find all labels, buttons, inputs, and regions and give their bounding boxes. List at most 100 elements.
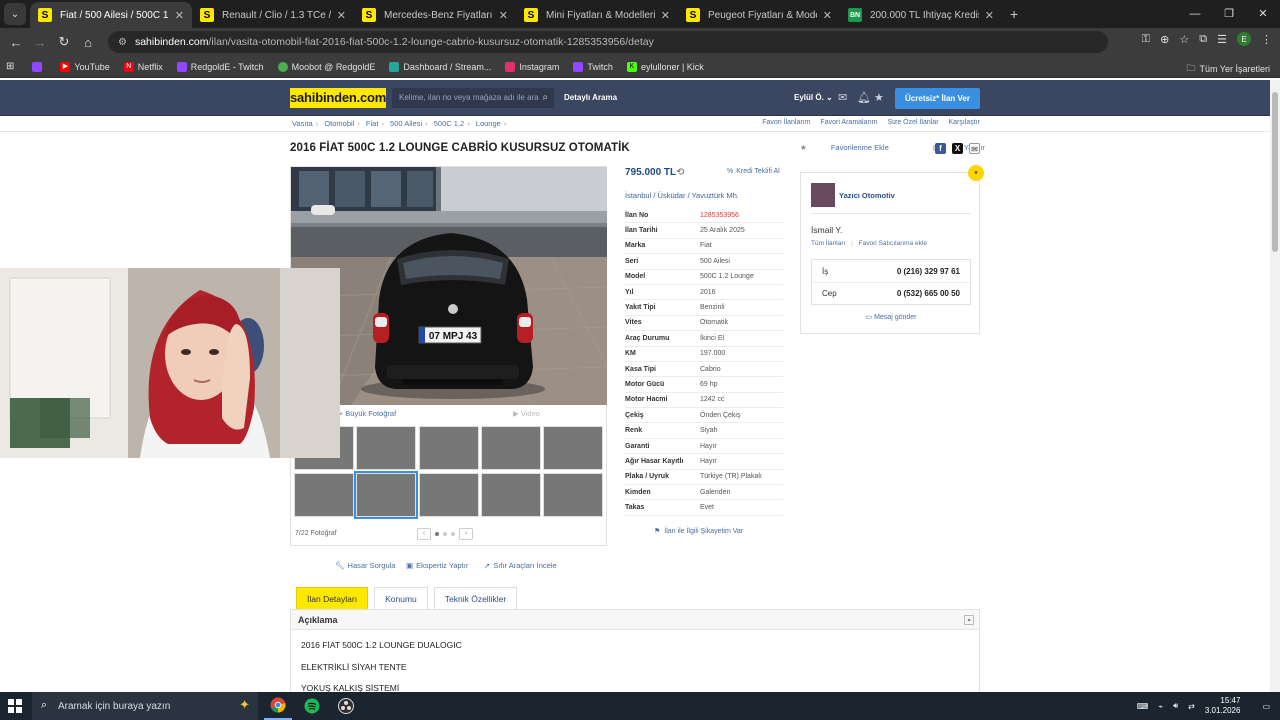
- bookmark-moobot[interactable]: Moobot @ RedgoldE: [277, 61, 375, 72]
- site-info-icon[interactable]: ⚙: [118, 37, 127, 48]
- bookmark-youtube[interactable]: ▶ YouTube: [60, 61, 110, 72]
- tab-technical[interactable]: Teknik Özellikler: [433, 587, 518, 609]
- thumbnail[interactable]: [543, 473, 603, 517]
- reading-list-icon[interactable]: ☰: [1217, 33, 1227, 46]
- notifications-bell-icon[interactable]: 🔔︎: [857, 91, 871, 104]
- notification-center-icon[interactable]: ▭: [1262, 702, 1270, 711]
- obs-app-icon[interactable]: [332, 692, 360, 720]
- phone-number[interactable]: 0 (216) 329 97 61: [897, 267, 960, 276]
- forward-icon[interactable]: →: [28, 35, 52, 50]
- page-dot[interactable]: [451, 532, 455, 536]
- thumbnail[interactable]: [419, 426, 479, 470]
- thumbnail[interactable]: [481, 426, 541, 470]
- damage-check-link[interactable]: 🔧︎ Hasar Sorgula: [335, 561, 395, 570]
- close-icon[interactable]: ✕: [661, 9, 670, 22]
- breadcrumb-item[interactable]: 500C 1.2: [434, 119, 464, 128]
- report-listing-link[interactable]: ⚑ İlan ile İlgili Şikayetim Var: [654, 527, 743, 535]
- browser-tab[interactable]: S Fiat / 500 Ailesi / 500C 1.2 / Lo ✕: [30, 2, 192, 28]
- seller-avatar[interactable]: [811, 183, 835, 207]
- expertise-link[interactable]: ▣ Ekspertiz Yaptır: [406, 561, 468, 570]
- phone-number[interactable]: 0 (532) 665 00 50: [897, 289, 960, 298]
- reload-icon[interactable]: ↻: [52, 34, 76, 50]
- thumbnail[interactable]: [543, 426, 603, 470]
- special-listings-link[interactable]: Size Özel İlanlar: [888, 119, 939, 126]
- password-key-icon[interactable]: ⚿: [1142, 33, 1150, 46]
- facebook-share-icon[interactable]: f: [935, 143, 946, 154]
- video-link[interactable]: ▶ Video: [513, 409, 540, 418]
- breadcrumb-item[interactable]: 500 Ailesi: [390, 119, 422, 128]
- tab-listing-details[interactable]: İlan Detayları: [296, 587, 369, 609]
- bookmark-netflix[interactable]: N Netflix: [123, 61, 163, 72]
- user-menu[interactable]: Eylül Ö. ⌄: [794, 93, 833, 102]
- page-dot[interactable]: [435, 532, 439, 536]
- taskbar-search-input[interactable]: ⌕ Aramak için buraya yazın ✦: [32, 692, 258, 720]
- favorite-searches-link[interactable]: Favori Aramalarım: [820, 119, 877, 126]
- browser-tab[interactable]: BN 200.000 TL İhtiyaç Kredisi 24 Ay ✕: [840, 2, 1002, 28]
- page-dot[interactable]: [443, 532, 447, 536]
- breadcrumb-item[interactable]: Vasıta: [292, 119, 313, 128]
- scrollbar-thumb[interactable]: [1272, 92, 1278, 252]
- collapse-icon[interactable]: ▴: [964, 615, 974, 625]
- thumbnail[interactable]: [294, 473, 354, 517]
- network-icon[interactable]: ⌁: [1158, 702, 1163, 711]
- bookmark-twitch[interactable]: Twitch: [573, 61, 613, 72]
- browser-tab[interactable]: S Mercedes-Benz Fiyatları & Mo ✕: [354, 2, 516, 28]
- breadcrumb-item[interactable]: Otomobil: [324, 119, 354, 128]
- post-ad-button[interactable]: Ücretsiz* İlan Ver: [895, 88, 980, 109]
- browser-tab[interactable]: S Renault / Clio / 1.3 TCe / Touch ✕: [192, 2, 354, 28]
- seller-store-name[interactable]: Yazıcı Otomotiv: [839, 191, 895, 200]
- profile-avatar[interactable]: E: [1237, 32, 1251, 46]
- volume-icon[interactable]: 🔊︎: [1173, 701, 1178, 711]
- add-favorite-button[interactable]: ★ Favorilerime Ekle: [800, 143, 911, 152]
- zoom-icon[interactable]: ⊕: [1160, 33, 1169, 46]
- bookmark-item[interactable]: [32, 61, 46, 72]
- keyboard-icon[interactable]: ⌨: [1137, 702, 1149, 711]
- breadcrumb-item[interactable]: Fiat: [366, 119, 379, 128]
- close-icon[interactable]: ✕: [175, 9, 184, 22]
- breadcrumb-item[interactable]: Lounge: [476, 119, 501, 128]
- location-district[interactable]: Üsküdar: [658, 191, 686, 200]
- next-page-icon[interactable]: ›: [459, 528, 473, 540]
- restore-icon[interactable]: ❐: [1212, 0, 1246, 28]
- browser-tab[interactable]: S Peugeot Fiyatları & Modelleri s ✕: [678, 2, 840, 28]
- compare-link[interactable]: Karşılaştır: [948, 119, 980, 126]
- tab-search-icon[interactable]: ⌄: [4, 3, 26, 25]
- bookmark-instagram[interactable]: Instagram: [505, 61, 559, 72]
- favorites-star-icon[interactable]: ★: [874, 91, 884, 104]
- new-cars-link[interactable]: ➚ Sıfır Araçları İncele: [484, 561, 557, 570]
- browser-tab[interactable]: S Mini Fiyatları & Modelleri sahib ✕: [516, 2, 678, 28]
- all-bookmarks[interactable]: 🗀 Tüm Yer İşaretleri: [1186, 61, 1270, 77]
- clock[interactable]: 15:47 3.01.2026: [1205, 696, 1251, 716]
- close-window-icon[interactable]: ✕: [1246, 0, 1280, 28]
- menu-dots-icon[interactable]: ⋮: [1261, 33, 1272, 46]
- site-logo[interactable]: sahibinden.com: [290, 88, 386, 108]
- page-scrollbar[interactable]: [1270, 80, 1280, 692]
- url-field[interactable]: ⚙ sahibinden.com/ilan/vasita-otomobil-fi…: [108, 31, 1108, 53]
- thumbnail[interactable]: [419, 473, 479, 517]
- thumbnail[interactable]: [481, 473, 541, 517]
- minimize-icon[interactable]: —: [1178, 0, 1212, 28]
- send-message-button[interactable]: ▭ Mesaj gönder: [801, 313, 981, 321]
- back-icon[interactable]: ←: [4, 35, 28, 50]
- thumbnail[interactable]: [356, 426, 416, 470]
- email-share-icon[interactable]: ✉: [969, 143, 980, 154]
- credit-offer-link[interactable]: % Kredi Teklifi Al: [727, 168, 780, 175]
- chrome-app-icon[interactable]: [264, 692, 292, 720]
- close-icon[interactable]: ✕: [985, 9, 994, 22]
- extensions-icon[interactable]: ⧉: [1199, 33, 1207, 46]
- x-share-icon[interactable]: X: [952, 143, 963, 154]
- language-icon[interactable]: ⇄: [1188, 702, 1195, 711]
- price-history-icon[interactable]: ⟲: [676, 167, 684, 178]
- big-photo-link[interactable]: ⌕ Büyük Fotoğraf: [339, 409, 396, 419]
- search-icon[interactable]: ⌕: [542, 88, 548, 108]
- favorite-seller-link[interactable]: Favori Satıcılarıma ekle: [859, 240, 927, 247]
- advanced-search-link[interactable]: Detaylı Arama: [564, 93, 617, 102]
- bookmark-dashboard[interactable]: Dashboard / Stream...: [389, 61, 491, 72]
- bookmark-kick[interactable]: Keylulloner | Kick: [626, 61, 704, 72]
- tab-location[interactable]: Konumu: [374, 587, 428, 609]
- thumbnail-selected[interactable]: [354, 471, 418, 519]
- home-icon[interactable]: ⌂: [76, 35, 100, 50]
- favorite-listings-link[interactable]: Favori İlanlarım: [762, 119, 810, 126]
- close-icon[interactable]: ✕: [337, 9, 346, 22]
- site-search-input[interactable]: Kelime, ilan no veya mağaza adı ile ara …: [392, 88, 554, 108]
